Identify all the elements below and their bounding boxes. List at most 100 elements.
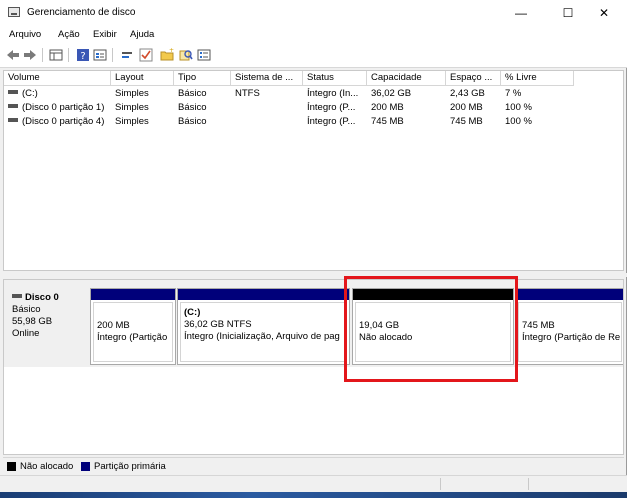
cell-capacidade: 745 MB	[371, 116, 404, 127]
cell-layout: Simples	[115, 88, 149, 99]
back-arrow-icon[interactable]	[6, 48, 20, 62]
cell-capacidade: 200 MB	[371, 102, 404, 113]
list-icon[interactable]	[197, 48, 211, 62]
disk-status: Online	[12, 328, 40, 339]
connect-icon[interactable]	[120, 48, 134, 62]
partition-size: 745 MB	[522, 320, 555, 331]
partition-size: 36,02 GB NTFS	[184, 319, 252, 330]
cell-livre: 100 %	[505, 116, 532, 127]
legend-label-unallocated: Não alocado	[20, 461, 74, 472]
cell-status: Íntegro (P...	[307, 116, 356, 127]
window-title: Gerenciamento de disco	[27, 7, 136, 18]
minimize-button[interactable]: —	[498, 0, 544, 26]
disk-info[interactable]: Disco 0 Básico 55,98 GB Online	[4, 285, 90, 365]
menu-ajuda[interactable]: Ajuda	[130, 29, 154, 40]
disk-management-window: Gerenciamento de disco — ☐ ✕ Arquivo Açã…	[0, 0, 627, 492]
toolbar-separator	[112, 48, 113, 62]
partition-bar	[91, 289, 175, 300]
column-header-capacidade[interactable]: Capacidade	[367, 71, 446, 86]
partition-details: 745 MB Íntegro (Partição de Re	[518, 302, 622, 362]
cell-espaco: 200 MB	[450, 102, 483, 113]
disk-management-app-icon	[8, 7, 20, 17]
status-divider	[440, 478, 441, 490]
column-header-layout[interactable]: Layout	[111, 71, 174, 86]
cell-espaco: 745 MB	[450, 116, 483, 127]
svg-text:+: +	[169, 48, 174, 54]
cell-tipo: Básico	[178, 116, 207, 127]
menu-bar: Arquivo Ação Exibir Ajuda	[0, 26, 627, 43]
cell-sistema	[231, 115, 303, 128]
legend: Não alocado Partição primária	[3, 457, 624, 474]
cell-layout: Simples	[115, 102, 149, 113]
disk-icon	[12, 294, 22, 299]
partition-details: 200 MB Íntegro (Partição	[93, 302, 173, 362]
menu-exibir[interactable]: Exibir	[93, 29, 117, 40]
table-row[interactable]: (Disco 0 partição 4)	[4, 115, 111, 128]
disk-name: Disco 0	[25, 292, 59, 303]
partition-size: 200 MB	[97, 320, 130, 331]
column-header-livre[interactable]: % Livre	[501, 71, 574, 86]
column-header-status[interactable]: Status	[303, 71, 367, 86]
cell-tipo: Básico	[178, 88, 207, 99]
partition-bar	[516, 289, 623, 300]
table-row[interactable]: (Disco 0 partição 1)	[4, 101, 111, 114]
cell-sistema	[231, 101, 303, 114]
cell-volume: (C:)	[22, 88, 38, 99]
partition-system[interactable]: 200 MB Íntegro (Partição	[90, 288, 176, 365]
grid-view-icon[interactable]	[49, 48, 63, 62]
cell-espaco: 2,43 GB	[450, 88, 485, 99]
status-bar	[0, 475, 627, 492]
cell-livre: 100 %	[505, 102, 532, 113]
volume-icon	[8, 90, 18, 95]
menu-arquivo[interactable]: Arquivo	[9, 29, 41, 40]
partition-details: (C:) 36,02 GB NTFS Íntegro (Inicializaçã…	[180, 302, 347, 362]
search-icon[interactable]	[179, 48, 193, 62]
close-button[interactable]: ✕	[581, 0, 627, 26]
disk-graphical-view: Disco 0 Básico 55,98 GB Online 200 MB Ín…	[3, 279, 624, 455]
table-row[interactable]: (C:)	[4, 87, 111, 100]
partition-recovery[interactable]: 745 MB Íntegro (Partição de Re	[515, 288, 623, 365]
properties-icon[interactable]	[93, 48, 107, 62]
cell-volume: (Disco 0 partição 1)	[22, 102, 105, 113]
partition-desc: Íntegro (Partição de Re	[522, 332, 621, 343]
menu-acao[interactable]: Ação	[58, 29, 80, 40]
column-header-tipo[interactable]: Tipo	[174, 71, 231, 86]
cell-tipo: Básico	[178, 102, 207, 113]
partition-desc: Íntegro (Partição	[97, 332, 168, 343]
title-bar: Gerenciamento de disco — ☐ ✕	[0, 0, 627, 26]
column-header-volume[interactable]: Volume	[4, 71, 111, 86]
legend-label-primary: Partição primária	[94, 461, 166, 472]
cell-status: Íntegro (In...	[307, 88, 359, 99]
status-divider	[528, 478, 529, 490]
partition-c[interactable]: (C:) 36,02 GB NTFS Íntegro (Inicializaçã…	[177, 288, 350, 365]
cell-livre: 7 %	[505, 88, 522, 99]
toolbar: ? +	[0, 43, 627, 68]
svg-text:?: ?	[80, 51, 85, 62]
toolbar-separator	[42, 48, 43, 62]
forward-arrow-icon[interactable]	[23, 48, 37, 62]
cell-status: Íntegro (P...	[307, 102, 356, 113]
volume-list[interactable]: Volume Layout Tipo Sistema de ... Status…	[3, 70, 624, 271]
partition-name: (C:)	[184, 307, 201, 318]
volume-icon	[8, 118, 18, 123]
help-icon[interactable]: ?	[76, 48, 90, 62]
legend-swatch-unallocated	[7, 462, 16, 471]
partition-bar	[178, 289, 349, 300]
desktop-background	[0, 492, 627, 498]
column-header-espaco[interactable]: Espaço ...	[446, 71, 501, 86]
cell-capacidade: 36,02 GB	[371, 88, 412, 99]
highlight-box	[344, 276, 518, 382]
disk-type: Básico	[12, 304, 41, 315]
partition-desc: Íntegro (Inicialização, Arquivo de pag	[184, 331, 340, 342]
disk-pane-empty-area	[4, 367, 623, 454]
disk-size: 55,98 GB	[12, 316, 53, 327]
volume-icon	[8, 104, 18, 109]
cell-volume: (Disco 0 partição 4)	[22, 116, 105, 127]
legend-swatch-primary	[81, 462, 90, 471]
check-icon[interactable]	[139, 48, 153, 62]
column-header-sistema[interactable]: Sistema de ...	[231, 71, 303, 86]
pane-splitter[interactable]	[0, 273, 627, 277]
toolbar-separator	[68, 48, 69, 62]
folder-icon[interactable]: +	[160, 48, 174, 62]
cell-layout: Simples	[115, 116, 149, 127]
